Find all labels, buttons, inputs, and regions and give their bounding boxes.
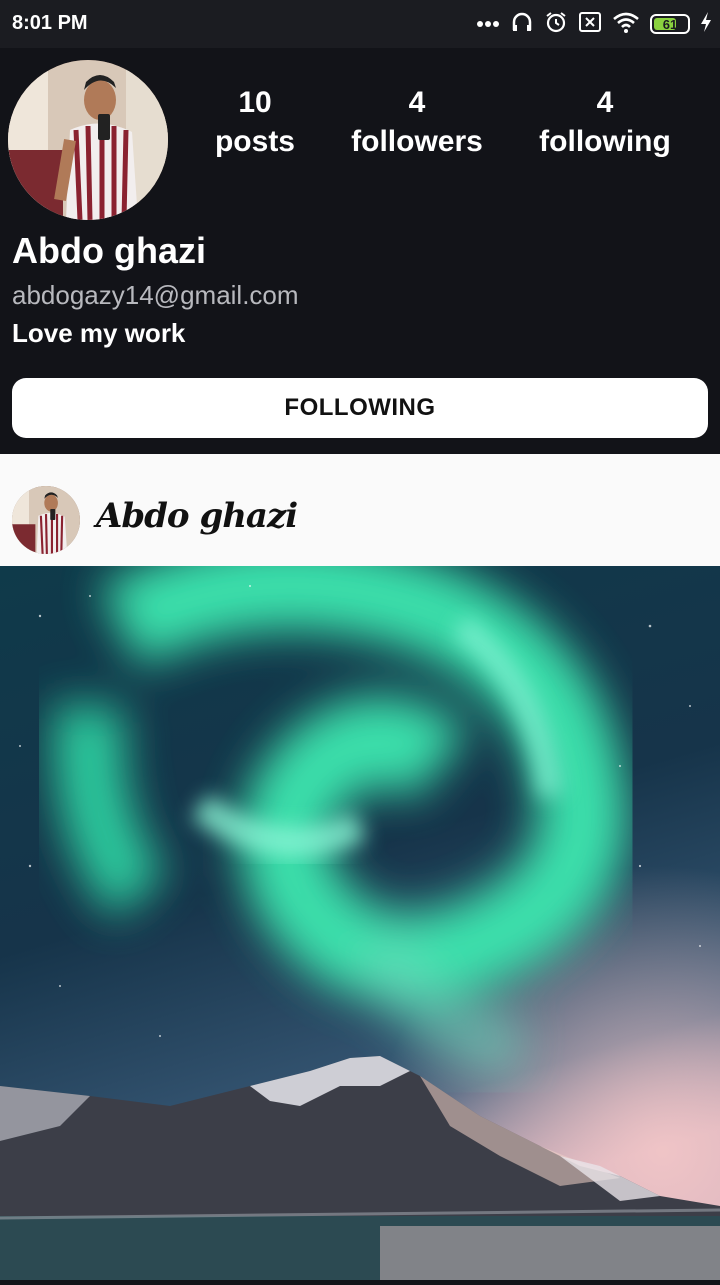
wifi-icon [612,11,640,38]
post-author-avatar[interactable] [12,486,80,554]
post-header: Abdo ghazi [0,454,720,566]
headphones-icon [510,10,534,39]
status-icons: 61 [476,10,712,38]
profile-name: Abdo ghazi [12,230,206,271]
profile-header: 10 posts 4 followers 4 following Abdo gh… [0,48,720,454]
profile-avatar[interactable] [8,60,168,220]
profile-stats: 10 posts 4 followers 4 following [176,86,720,176]
following-label: following [539,125,671,158]
posts-count: 10 [238,86,272,119]
following-count: 4 [596,86,614,119]
charging-bolt-icon [700,11,712,38]
posts-label: posts [214,125,295,158]
post-author-name[interactable]: Abdo ghazi [96,496,298,536]
alarm-icon [544,10,568,39]
following-button[interactable]: FOLLOWING [12,378,708,438]
battery-icon: 61 [650,14,690,34]
followers-count: 4 [408,86,426,119]
battery-level: 61 [662,16,678,32]
stat-posts[interactable]: 10 posts [200,86,310,164]
stat-following[interactable]: 4 following [530,86,680,164]
status-bar: 8:01 PM 61 [0,0,720,48]
more-dots-icon [476,15,500,33]
status-time: 8:01 PM [12,12,88,34]
profile-bio: Love my work [12,318,186,348]
post-image[interactable] [0,540,720,1280]
stat-followers[interactable]: 4 followers [342,86,492,164]
profile-email: abdogazy14@gmail.com [12,280,299,310]
sim-off-icon [578,11,602,38]
followers-label: followers [351,125,483,158]
